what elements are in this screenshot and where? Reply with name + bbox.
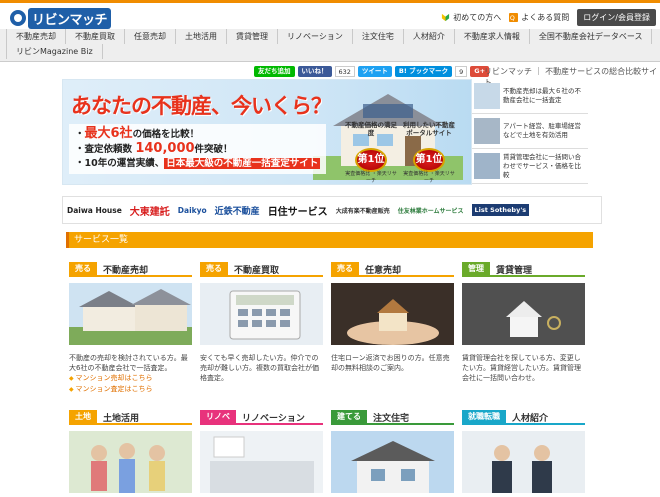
apartment-thumbnail	[474, 118, 500, 144]
like-count: 632	[334, 66, 355, 77]
side-banners: 不動産売却は最大６社の不動産会社に一括査定 アパート経営、駐車場経営などで土地を…	[472, 79, 588, 185]
partner-logo[interactable]: 近鉄不動産	[215, 204, 260, 217]
partner-logo[interactable]: Daiwa House	[67, 206, 122, 215]
login-button[interactable]: ログイン/会員登録	[577, 9, 656, 26]
nav-item-database[interactable]: 全国不動産会社データベース	[530, 29, 653, 44]
ranking-medal-satisfaction: 不動産価格の満足度 第1位 実査価格比 ・楽天リサーチ	[345, 121, 397, 184]
faq-icon: Q	[509, 13, 519, 22]
svg-text:Q: Q	[510, 15, 515, 22]
partner-logo[interactable]: List Sotheby's	[471, 204, 530, 216]
services-heading: サービス一覧	[66, 232, 593, 248]
side-banner-sell[interactable]: 不動産売却は最大６社の不動産会社に一括査定	[472, 79, 588, 114]
ranking-medal-portal: 利用したい不動産ポータルサイト 第1位 実査価格比 ・楽天リサーチ	[403, 121, 455, 184]
service-card-voluntary-sale[interactable]: 売る 任意売却 住宅ローン返済でお困りの方。任意売却の無料相談のご案内。	[331, 262, 454, 403]
service-card-renovation[interactable]: リノベ リノベーション	[200, 410, 323, 493]
nav-item-magazine[interactable]: リビンMagazine Biz	[6, 44, 103, 59]
nav-item-voluntary-sale[interactable]: 任意売却	[125, 29, 176, 44]
service-card-land[interactable]: 土地 土地活用	[69, 410, 192, 493]
hero-headline: あなたの不動産、今いくら？	[71, 94, 332, 118]
partner-logo[interactable]: 大東建託	[130, 203, 170, 218]
nav-item-renovation[interactable]: リノベーション	[278, 29, 353, 44]
nav-item-land[interactable]: 土地活用	[176, 29, 227, 44]
building-thumbnail	[474, 153, 500, 179]
service-card-recruitment[interactable]: 就職転職 人材紹介	[462, 410, 585, 493]
faq-link[interactable]: Q よくある質問	[509, 12, 569, 23]
service-card-custom-house[interactable]: 建てる 注文住宅	[331, 410, 454, 493]
mansion-sell-link[interactable]: マンション売却はこちら	[69, 373, 192, 384]
service-card-buyback[interactable]: 売る 不動産買取 安くても早く売却したい方。仲介での売却が難しい方。複数の買取会社…	[200, 262, 323, 403]
keys-photo	[462, 283, 585, 345]
first-time-link[interactable]: 初めての方へ	[441, 12, 501, 23]
hands-house-photo	[331, 283, 454, 345]
nav-item-recruitment[interactable]: 人材紹介	[404, 29, 455, 44]
nav-item-sell[interactable]: 不動産売却	[6, 29, 66, 44]
partner-logos: Daiwa House 大東建託 Daikyo 近鉄不動産 日住サービス 大成有…	[62, 196, 602, 224]
bookmark-count: 9	[455, 66, 468, 77]
family-photo	[69, 431, 192, 493]
main-nav: 不動産売却 不動産買取 任意売却 土地活用 賃貸管理 リノベーション 注文住宅 …	[0, 29, 660, 62]
first-time-label: 初めての方へ	[453, 13, 502, 22]
nav-item-custom-house[interactable]: 注文住宅	[353, 29, 404, 44]
service-card-rental[interactable]: 管理 賃貸管理 賃貸管理会社を探している方、変更したい方。賃貸経営したい方。賃貸管…	[462, 262, 585, 403]
partner-logo[interactable]: 住友林業ホームサービス	[398, 206, 464, 215]
side-banner-land[interactable]: アパート経営、駐車場経営などで土地を有効活用	[472, 114, 588, 149]
hatena-bookmark-button[interactable]: B! ブックマーク	[394, 66, 453, 77]
partner-logo[interactable]: 日住サービス	[268, 203, 328, 218]
partner-logo[interactable]: Daikyo	[178, 206, 207, 215]
nav-item-rental[interactable]: 賃貸管理	[227, 29, 278, 44]
house-photo	[69, 283, 192, 345]
nav-item-buyback[interactable]: 不動産買取	[66, 29, 125, 44]
service-card-sell[interactable]: 売る 不動産売却 不動産の売却を検討されている方。最大6社の不動産会社で一括査定。…	[69, 262, 192, 403]
calculator-photo	[200, 283, 323, 345]
hero-banner[interactable]: あなたの不動産、今いくら？ ・最大6社の価格を比較！ ・査定依頼数 140,00…	[62, 79, 472, 185]
header: リビンマッチ 初めての方へ Q よくある質問 ログイン/会員登録	[0, 0, 660, 29]
beginner-mark-icon	[442, 13, 450, 22]
hero-points: ・最大6社の価格を比較！ ・査定依頼数 140,000件突破！ ・10年の運営実…	[69, 124, 327, 174]
partner-logo[interactable]: 大成有楽不動産販売	[336, 206, 390, 215]
tweet-button[interactable]: ツイート	[357, 66, 392, 77]
facebook-like-button[interactable]: いいね！	[297, 66, 332, 77]
nav-item-jobs[interactable]: 不動産求人情報	[455, 29, 530, 44]
site-logo[interactable]: リビンマッチ	[10, 7, 112, 29]
side-banner-rental[interactable]: 賃貸管理会社に一括問い合わせでサービス・価格を比較	[472, 149, 588, 184]
logo-icon	[10, 10, 26, 26]
business-people-photo	[462, 431, 585, 493]
mansion-appraisal-link[interactable]: マンション査定はこちら	[69, 384, 192, 395]
kitchen-photo	[200, 431, 323, 493]
logo-text: リビンマッチ	[28, 7, 112, 29]
house-thumbnail	[474, 83, 500, 109]
modern-house-photo	[331, 431, 454, 493]
social-buttons: 友だち追加 いいね！ 632 ツイート B! ブックマーク 9 G+	[254, 66, 492, 77]
line-add-button[interactable]: 友だち追加	[254, 66, 295, 77]
faq-label: よくある質問	[521, 13, 570, 22]
